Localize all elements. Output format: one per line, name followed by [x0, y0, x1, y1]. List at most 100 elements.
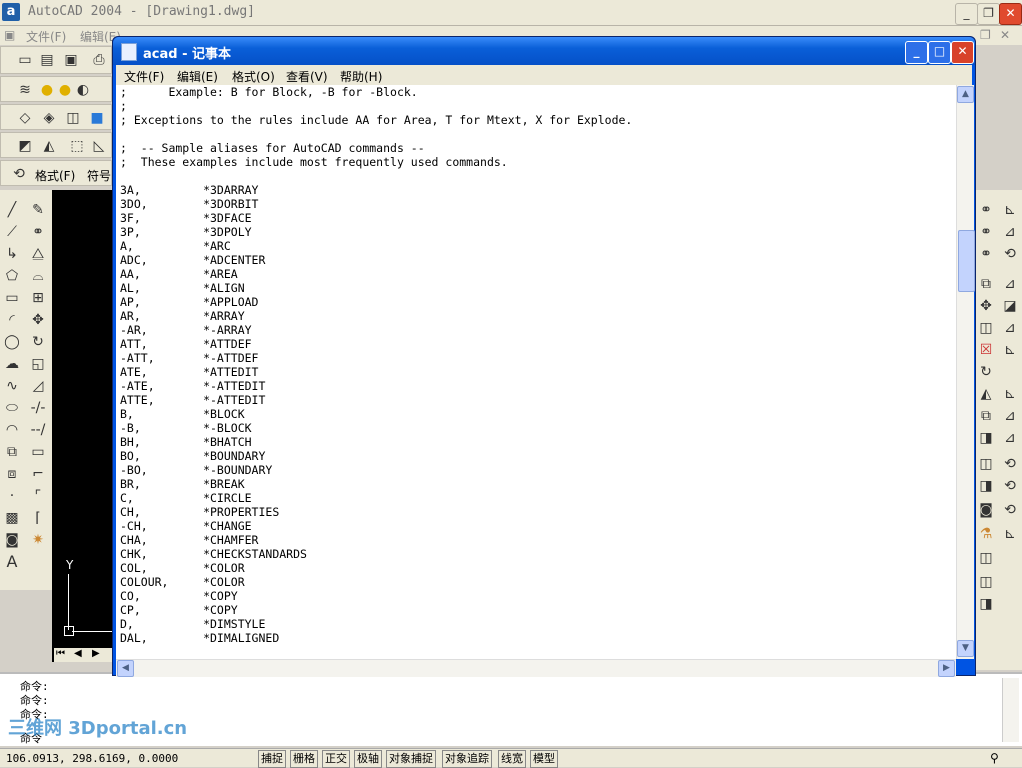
notepad-minimize-icon[interactable]: _ [905, 41, 928, 64]
arc-icon[interactable]: ◜ [4, 312, 20, 328]
revcloud-icon[interactable]: ☁ [4, 356, 20, 372]
separate-icon[interactable]: ◫ [978, 550, 994, 566]
dim-aligned-icon[interactable]: ⊿ [1002, 224, 1018, 240]
otrack-toggle[interactable]: 对象追踪 [442, 750, 492, 768]
circle-icon[interactable]: ◯ [4, 334, 20, 350]
command-scrollbar[interactable] [1002, 678, 1019, 742]
format-menu[interactable]: 格式(F) [35, 167, 75, 184]
next-tab-icon[interactable]: ▶ [92, 648, 100, 659]
polygon-icon[interactable]: ⬠ [4, 268, 20, 284]
ucs-icon[interactable]: ⊿ [1002, 276, 1018, 292]
insert-block-icon[interactable]: ⧉ [4, 444, 20, 460]
dim-radius-icon[interactable]: ⟲ [1002, 246, 1018, 262]
mtext-icon[interactable]: A [4, 554, 20, 570]
grid-toggle[interactable]: 栅格 [290, 750, 318, 768]
restore-icon[interactable]: ❐ [977, 3, 1000, 25]
scroll-up-icon[interactable]: ▲ [957, 86, 974, 103]
stretch-icon[interactable]: ◿ [30, 378, 46, 394]
join-icon[interactable]: ⌐ [30, 466, 46, 482]
move-faces-icon[interactable]: ✥ [978, 298, 994, 314]
ucs-z-icon[interactable]: ⊿ [1002, 408, 1018, 424]
copy-object-icon[interactable]: ⚭ [30, 224, 46, 240]
lineweight-toggle[interactable]: 线宽 [498, 750, 526, 768]
print-icon[interactable]: ⎙ [91, 52, 107, 68]
ucs-object-icon[interactable]: ⊿ [1002, 320, 1018, 336]
subtract-icon[interactable]: ⚭ [978, 224, 994, 240]
format-tool-icon[interactable]: ⟲ [11, 166, 27, 182]
layer-state-icon[interactable]: ◐ [75, 82, 91, 98]
save-icon[interactable]: ▣ [63, 52, 79, 68]
check-icon[interactable]: ◨ [978, 596, 994, 612]
ucs-face-icon[interactable]: ◪ [1002, 298, 1018, 314]
erase-icon[interactable]: ✎ [30, 202, 46, 218]
make-block-icon[interactable]: ⧈ [4, 466, 20, 482]
fillet-icon[interactable]: ⌈ [30, 510, 46, 526]
acad-menu-file[interactable]: 文件(F) [26, 28, 66, 45]
offset-icon[interactable]: ⌓ [30, 268, 46, 284]
ucs-x-icon[interactable]: ⟲ [1002, 456, 1018, 472]
ellipse-arc-icon[interactable]: ◠ [4, 422, 20, 438]
notepad-menu-format[interactable]: 格式(O) [232, 68, 275, 85]
copy-faces-icon[interactable]: ⧉ [978, 408, 994, 424]
close-doc-icon[interactable]: ✕ [1000, 28, 1010, 42]
shaded-box-icon[interactable]: ■ [89, 110, 105, 126]
rotate-faces-icon[interactable]: ↻ [978, 364, 994, 380]
cube-icon[interactable]: ⬚ [69, 138, 85, 154]
imprint-icon[interactable]: ◙ [978, 502, 994, 518]
array-icon[interactable]: ⊞ [30, 290, 46, 306]
ucs-view-icon[interactable]: ⊾ [1002, 342, 1018, 358]
open-file-icon[interactable]: ▤ [39, 52, 55, 68]
minimize-icon[interactable]: _ [955, 3, 978, 25]
notepad-menu-view[interactable]: 查看(V) [286, 68, 328, 85]
box-icon[interactable]: ◫ [65, 110, 81, 126]
snap-toggle[interactable]: 捕捉 [258, 750, 286, 768]
intersect-icon[interactable]: ⚭ [978, 246, 994, 262]
chamfer-icon[interactable]: ⌜ [30, 488, 46, 504]
ucs-y-tool-icon[interactable]: ⟲ [1002, 478, 1018, 494]
symbol-menu[interactable]: 符号 [87, 167, 111, 184]
notepad-menu-help[interactable]: 帮助(H) [340, 68, 382, 85]
comm-center-icon[interactable]: ⚲ [990, 751, 999, 765]
close-icon[interactable]: ✕ [999, 3, 1022, 25]
copy-edges-icon[interactable]: ◫ [978, 456, 994, 472]
scale-icon[interactable]: ◱ [30, 356, 46, 372]
shell-icon[interactable]: ◫ [978, 574, 994, 590]
wedge-icon[interactable]: ◺ [91, 138, 107, 154]
extrude-icon[interactable]: ◩ [17, 138, 33, 154]
color-edges-icon[interactable]: ◨ [978, 478, 994, 494]
wireframe-icon[interactable]: ◇ [17, 110, 33, 126]
extend-icon[interactable]: --/ [30, 422, 46, 438]
ucs-apply-icon[interactable]: ⊾ [1002, 526, 1018, 542]
trim-icon[interactable]: -/- [30, 400, 46, 416]
vertical-scrollbar[interactable]: ▲ ▼ [956, 85, 975, 659]
region-icon[interactable]: ◙ [4, 532, 20, 548]
extrude-faces-icon[interactable]: ⧉ [978, 276, 994, 292]
move-icon[interactable]: ✥ [30, 312, 46, 328]
osnap-toggle[interactable]: 对象捕捉 [386, 750, 436, 768]
lightbulb-icon[interactable]: ● [39, 82, 55, 98]
ellipse-icon[interactable]: ⬭ [4, 400, 20, 416]
polar-toggle[interactable]: 极轴 [354, 750, 382, 768]
model-toggle[interactable]: 模型 [530, 750, 558, 768]
break-icon[interactable]: ▭ [30, 444, 46, 460]
sun-icon[interactable]: ● [57, 82, 73, 98]
rotate-icon[interactable]: ↻ [30, 334, 46, 350]
rectangle-icon[interactable]: ▭ [4, 290, 20, 306]
notepad-title-bar[interactable]: acad - 记事本 _ □ ✕ [113, 37, 975, 65]
ucs-origin-tool-icon[interactable]: ⊾ [1002, 386, 1018, 402]
scroll-right-icon[interactable]: ▶ [938, 660, 955, 677]
clean-icon[interactable]: ⚗ [978, 526, 994, 542]
delete-faces-icon[interactable]: ☒ [978, 342, 994, 358]
command-window[interactable]: 命令: 命令: 命令: 命令 三维网 3Dportal.cn [0, 672, 1022, 746]
ortho-toggle[interactable]: 正交 [322, 750, 350, 768]
explode-icon[interactable]: ✷ [30, 532, 46, 548]
horizontal-scrollbar[interactable]: ◀ ▶ [116, 659, 956, 677]
line-icon[interactable]: ╱ [4, 202, 20, 218]
ucs-3point-icon[interactable]: ⊿ [1002, 430, 1018, 446]
notepad-maximize-icon[interactable]: □ [928, 41, 951, 64]
union-icon[interactable]: ⚭ [978, 202, 994, 218]
layers-icon[interactable]: ≋ [17, 82, 33, 98]
scroll-thumb[interactable] [958, 230, 975, 292]
restore-doc-icon[interactable]: ❐ [980, 28, 991, 42]
prev-tab-icon[interactable]: ◀ [74, 648, 82, 659]
